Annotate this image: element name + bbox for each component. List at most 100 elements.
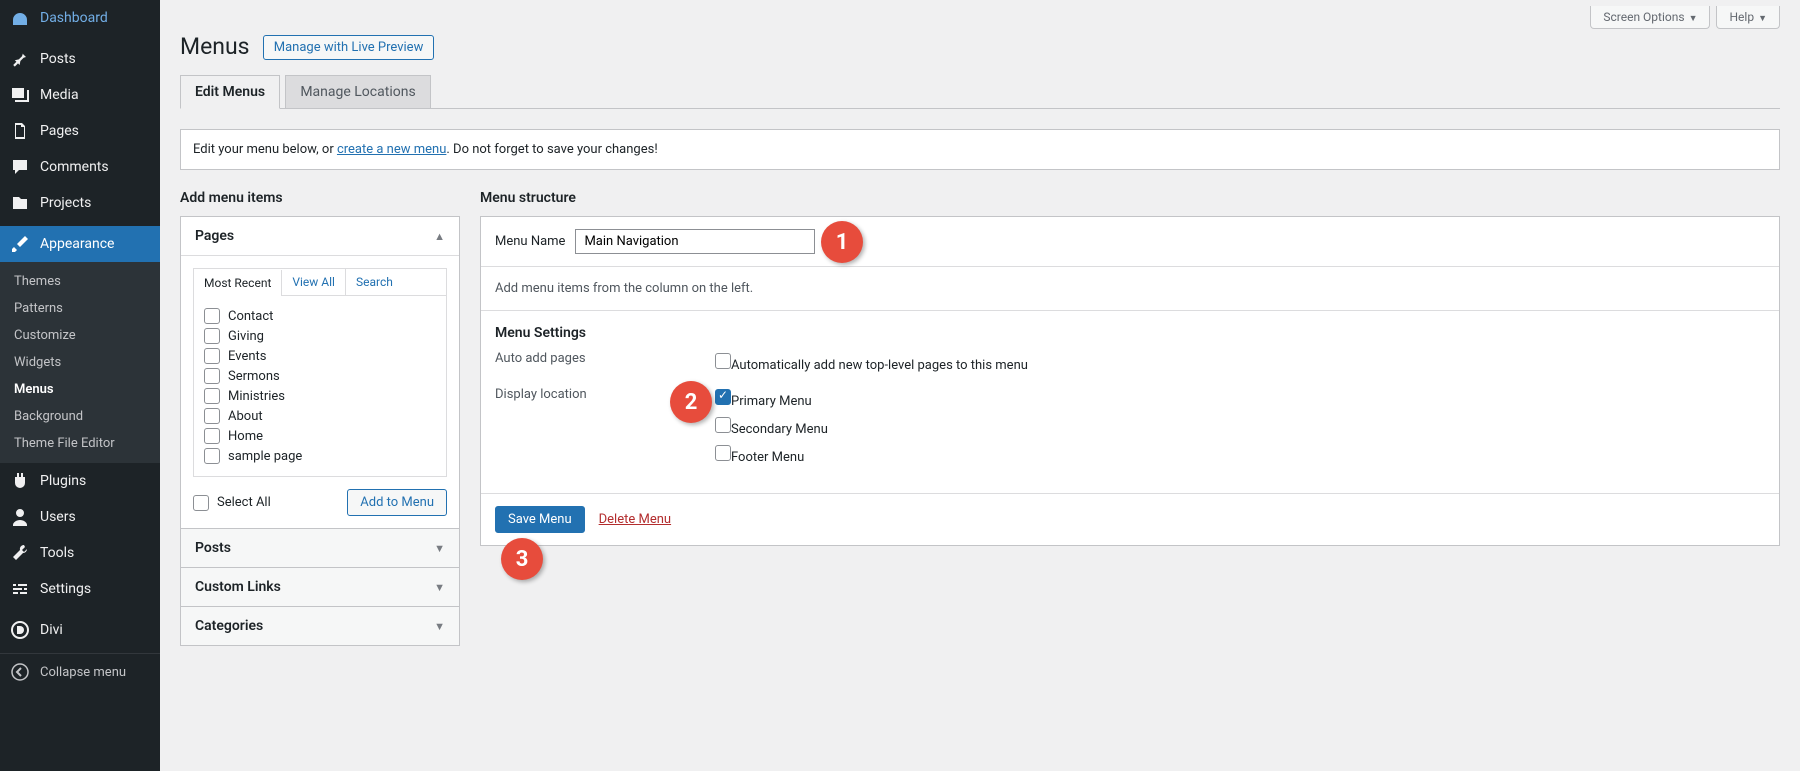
collapse-icon xyxy=(10,662,30,682)
page-item-label: sample page xyxy=(228,449,302,464)
accordion-custom-links-header[interactable]: Custom Links▼ xyxy=(181,568,459,606)
page-title: Menus xyxy=(180,33,250,60)
sidebar-item-projects[interactable]: Projects xyxy=(0,185,160,221)
page-item[interactable]: Giving xyxy=(204,326,436,346)
sidebar-label: Pages xyxy=(40,123,79,139)
tab-manage-locations[interactable]: Manage Locations xyxy=(285,75,430,108)
sidebar-label: Plugins xyxy=(40,473,86,489)
add-items-heading: Add menu items xyxy=(180,190,460,206)
accordion-categories-header[interactable]: Categories▼ xyxy=(181,607,459,645)
page-item-checkbox[interactable] xyxy=(204,328,220,344)
page-item[interactable]: Sermons xyxy=(204,366,436,386)
tab-edit-menus[interactable]: Edit Menus xyxy=(180,75,280,109)
save-menu-button[interactable]: Save Menu xyxy=(495,506,585,533)
menu-name-label: Menu Name xyxy=(495,234,565,249)
sidebar-item-tools[interactable]: Tools xyxy=(0,535,160,571)
add-to-menu-button[interactable]: Add to Menu xyxy=(347,489,447,516)
tab-most-recent[interactable]: Most Recent xyxy=(194,270,282,296)
submenu-background[interactable]: Background xyxy=(0,403,160,430)
page-item-label: Sermons xyxy=(228,369,280,384)
page-item-label: Home xyxy=(228,429,263,444)
page-item-checkbox[interactable] xyxy=(204,308,220,324)
select-all-row[interactable]: Select All xyxy=(193,493,271,513)
page-item[interactable]: About xyxy=(204,406,436,426)
create-new-menu-link[interactable]: create a new menu xyxy=(337,142,446,157)
collapse-label: Collapse menu xyxy=(40,665,126,680)
page-item-checkbox[interactable] xyxy=(204,408,220,424)
page-item[interactable]: Events xyxy=(204,346,436,366)
sidebar-item-appearance[interactable]: Appearance xyxy=(0,226,160,262)
plugin-icon xyxy=(10,471,30,491)
sidebar-item-comments[interactable]: Comments xyxy=(0,149,160,185)
page-item-checkbox[interactable] xyxy=(204,348,220,364)
chevron-down-icon: ▼ xyxy=(434,620,445,633)
sidebar-label: Divi xyxy=(40,622,63,638)
empty-structure-message: Add menu items from the column on the le… xyxy=(481,267,1779,310)
sidebar-label: Posts xyxy=(40,51,76,67)
accordion-pages-header[interactable]: Pages▲ xyxy=(181,217,459,255)
select-all-checkbox[interactable] xyxy=(193,495,209,511)
submenu-editor[interactable]: Theme File Editor xyxy=(0,430,160,457)
location-footer[interactable]: Footer Menu xyxy=(715,443,828,467)
annotation-1: 1 xyxy=(821,221,863,263)
chevron-up-icon: ▲ xyxy=(434,230,445,243)
page-item[interactable]: Ministries xyxy=(204,386,436,406)
page-item-checkbox[interactable] xyxy=(204,428,220,444)
page-item-label: Events xyxy=(228,349,266,364)
page-item-label: Ministries xyxy=(228,389,285,404)
submenu-patterns[interactable]: Patterns xyxy=(0,295,160,322)
user-icon xyxy=(10,507,30,527)
page-item-checkbox[interactable] xyxy=(204,388,220,404)
sidebar-item-dashboard[interactable]: Dashboard xyxy=(0,0,160,36)
sidebar-label: Projects xyxy=(40,195,91,211)
wrench-icon xyxy=(10,543,30,563)
page-item-label: About xyxy=(228,409,263,424)
submenu-widgets[interactable]: Widgets xyxy=(0,349,160,376)
screen-options-button[interactable]: Screen Options▼ xyxy=(1590,6,1710,29)
page-item-checkbox[interactable] xyxy=(204,368,220,384)
sidebar-label: Dashboard xyxy=(40,10,108,26)
tab-view-all[interactable]: View All xyxy=(282,269,346,295)
submenu-menus[interactable]: Menus xyxy=(0,376,160,403)
divi-icon xyxy=(10,620,30,640)
location-secondary-checkbox[interactable] xyxy=(715,417,731,433)
page-item-checkbox[interactable] xyxy=(204,448,220,464)
chevron-down-icon: ▼ xyxy=(1758,14,1767,24)
menu-name-input[interactable] xyxy=(575,229,815,254)
page-item[interactable]: Contact xyxy=(204,306,436,326)
sidebar-item-plugins[interactable]: Plugins xyxy=(0,463,160,499)
collapse-menu[interactable]: Collapse menu xyxy=(0,653,160,690)
sidebar-item-posts[interactable]: Posts xyxy=(0,41,160,77)
sidebar-item-users[interactable]: Users xyxy=(0,499,160,535)
chevron-down-icon: ▼ xyxy=(1689,14,1698,24)
sidebar-item-pages[interactable]: Pages xyxy=(0,113,160,149)
delete-menu-link[interactable]: Delete Menu xyxy=(599,512,671,527)
location-primary[interactable]: Primary Menu xyxy=(715,387,828,411)
chevron-down-icon: ▼ xyxy=(434,581,445,594)
auto-add-checkbox[interactable] xyxy=(715,353,731,369)
help-button[interactable]: Help▼ xyxy=(1716,6,1780,29)
location-primary-checkbox[interactable] xyxy=(715,389,731,405)
accordion-posts-header[interactable]: Posts▼ xyxy=(181,529,459,567)
sidebar-label: Users xyxy=(40,509,76,525)
location-secondary[interactable]: Secondary Menu xyxy=(715,415,828,439)
sidebar-item-settings[interactable]: Settings xyxy=(0,571,160,607)
location-footer-checkbox[interactable] xyxy=(715,445,731,461)
admin-sidebar: Dashboard Posts Media Pages Comments Pro… xyxy=(0,0,160,771)
tab-search[interactable]: Search xyxy=(346,269,403,295)
submenu-themes[interactable]: Themes xyxy=(0,268,160,295)
pin-icon xyxy=(10,49,30,69)
live-preview-button[interactable]: Manage with Live Preview xyxy=(263,35,435,60)
comment-icon xyxy=(10,157,30,177)
sidebar-item-divi[interactable]: Divi xyxy=(0,612,160,648)
info-notice: Edit your menu below, or create a new me… xyxy=(180,129,1780,170)
appearance-submenu: Themes Patterns Customize Widgets Menus … xyxy=(0,262,160,463)
sidebar-item-media[interactable]: Media xyxy=(0,77,160,113)
submenu-customize[interactable]: Customize xyxy=(0,322,160,349)
sidebar-label: Media xyxy=(40,87,79,103)
menu-structure-heading: Menu structure xyxy=(480,190,1780,206)
page-item[interactable]: sample page xyxy=(204,446,436,466)
auto-add-option[interactable]: Automatically add new top-level pages to… xyxy=(715,351,1028,375)
page-item[interactable]: Home xyxy=(204,426,436,446)
annotation-2: 2 xyxy=(670,381,712,423)
